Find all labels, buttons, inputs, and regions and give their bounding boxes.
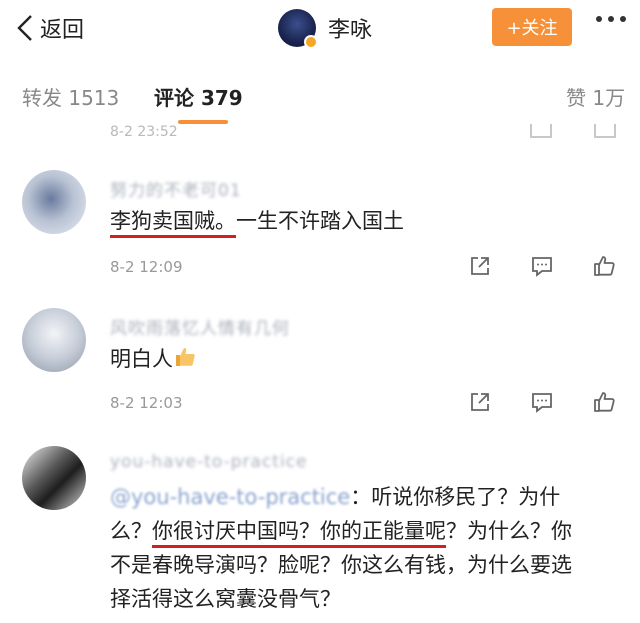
comment-text-part: ？为什么？你 <box>446 519 572 543</box>
reply-icon[interactable] <box>530 390 554 414</box>
tab-bar: 转发 1513 评论 379 赞 1万 <box>0 66 640 126</box>
share-icon[interactable] <box>468 254 492 278</box>
comment-text-part: ：听说你移民了？为什 <box>350 485 561 509</box>
thumbs-up-emoji-icon <box>176 348 195 366</box>
comment-line: @you-have-to-practice：听说你移民了？为什 <box>110 480 630 514</box>
like-icon[interactable] <box>592 390 616 414</box>
highlighted-text: 你很讨厌中国吗？你的正能量呢 <box>152 519 446 548</box>
top-nav-bar: 返回 李咏 +关注 <box>0 0 640 56</box>
comment-text-part: 么？ <box>110 519 152 543</box>
chevron-left-icon <box>17 15 32 41</box>
comment-actions <box>468 254 616 278</box>
highlighted-text: 李狗卖国贼。 <box>110 209 236 238</box>
avatar[interactable] <box>278 9 318 49</box>
tab-comments[interactable]: 评论 379 <box>154 82 243 111</box>
follow-button[interactable]: +关注 <box>492 8 572 46</box>
reply-icon <box>594 124 616 138</box>
previous-comment-footer: 8-2 23:52 <box>110 124 640 140</box>
comment-time: 8-2 12:09 <box>110 258 183 276</box>
comment-time: 8-2 12:03 <box>110 394 183 412</box>
comment-time: 8-2 23:52 <box>110 124 178 140</box>
comment-text: 明白人 <box>110 342 197 376</box>
comment-text-body: 明白人 <box>110 347 173 371</box>
back-label: 返回 <box>40 18 85 43</box>
comment-line: 择活得这么窝囊没骨气？ <box>110 587 341 611</box>
comment-text-rest: 一生不许踏入国土 <box>236 209 404 233</box>
profile-name[interactable]: 李咏 <box>328 12 372 44</box>
avatar[interactable] <box>22 170 86 234</box>
avatar[interactable] <box>22 446 86 510</box>
profile-header[interactable]: 李咏 <box>278 8 372 49</box>
like-icon[interactable] <box>592 254 616 278</box>
share-icon[interactable] <box>468 390 492 414</box>
back-button[interactable]: 返回 <box>16 10 84 46</box>
verified-badge-icon <box>304 35 318 49</box>
share-icon <box>530 124 552 138</box>
comment-username[interactable]: you-have-to-practice <box>110 452 307 472</box>
comment-line: 么？你很讨厌中国吗？你的正能量呢？为什么？你 <box>110 514 630 548</box>
more-options-icon[interactable] <box>596 16 626 22</box>
avatar[interactable] <box>22 308 86 372</box>
comment-username[interactable]: 努力的不老可01 <box>110 176 242 201</box>
comment-actions <box>468 390 616 414</box>
comment-text: @you-have-to-practice：听说你移民了？为什 <box>110 480 630 514</box>
comment-username[interactable]: 风吹雨落忆人情有几何 <box>110 314 290 339</box>
mention-link[interactable]: @you-have-to-practice <box>110 485 350 509</box>
comment-line: 不是春晚导演吗？脸呢？你这么有钱，为什么要选 <box>110 553 572 577</box>
reply-icon[interactable] <box>530 254 554 278</box>
comment-text: 李狗卖国贼。一生不许踏入国土 <box>110 204 404 238</box>
tab-repost[interactable]: 转发 1513 <box>22 82 119 111</box>
tab-likes[interactable]: 赞 1万 <box>566 82 625 111</box>
